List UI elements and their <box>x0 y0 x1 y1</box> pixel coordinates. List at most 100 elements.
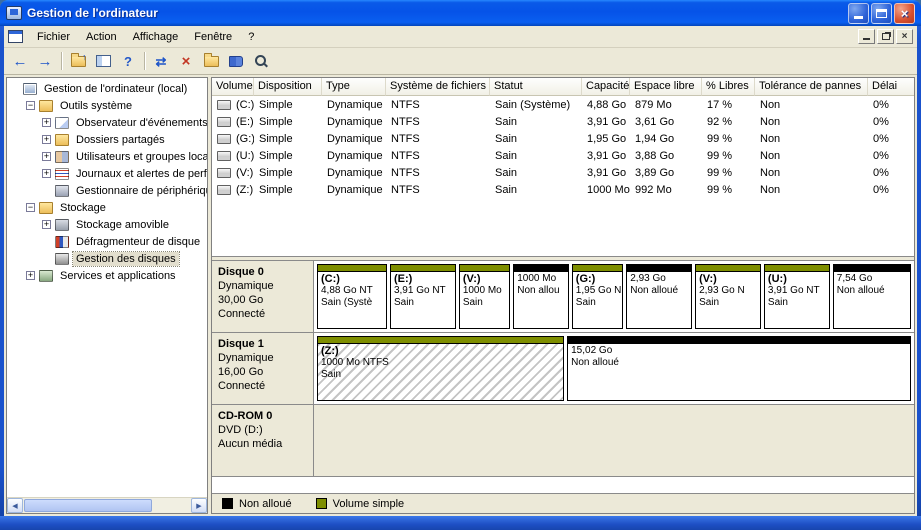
back-button[interactable]: ← <box>8 50 32 72</box>
partition-status: Non alloué <box>836 285 885 296</box>
cell-statut: Sain <box>490 150 582 162</box>
cell-capacite: 4,88 Go <box>582 99 630 111</box>
up-one-level-button[interactable] <box>66 50 90 72</box>
help-button[interactable]: ? <box>116 50 140 72</box>
tree-item-services-et-applications[interactable]: + Services et applications <box>7 267 207 284</box>
expander-plus-icon[interactable]: + <box>26 271 35 280</box>
disk-info-disque-0[interactable]: Disque 0 Dynamique 30,00 Go Connecté <box>212 261 314 332</box>
menu-action[interactable]: Action <box>78 28 125 46</box>
partition-text: (C:) 4,88 Go NT Sain (Systè <box>318 272 386 310</box>
tree-item-stockage[interactable]: − Stockage <box>7 199 207 216</box>
scrollbar-thumb[interactable] <box>24 499 152 512</box>
tree-item-gestion-de-l-ordinateur-local[interactable]: Gestion de l'ordinateur (local) <box>7 80 207 97</box>
column-header-systeme-de-fichiers[interactable]: Système de fichiers <box>386 78 490 96</box>
properties-icon <box>203 52 219 67</box>
disk-type: Dynamique <box>218 280 274 292</box>
expander-minus-icon[interactable]: − <box>26 203 35 212</box>
volume-row-c[interactable]: (C:) Simple Dynamique NTFS Sain (Système) 4,8… <box>212 96 914 113</box>
column-header-disposition[interactable]: Disposition <box>254 78 322 96</box>
forward-button[interactable]: → <box>33 50 57 72</box>
tree-item-dossiers-partages[interactable]: + Dossiers partagés <box>7 131 207 148</box>
delete-button[interactable]: × <box>174 50 198 72</box>
tree-item-utilisateurs-et-groupes-locau[interactable]: + Utilisateurs et groupes locau: <box>7 148 207 165</box>
tree-item-gestionnaire-de-peripherique[interactable]: Gestionnaire de périphérique <box>7 182 207 199</box>
partition-u[interactable]: (U:) 3,91 Go NT Sain <box>763 264 830 329</box>
volume-row-e[interactable]: (E:) Simple Dynamique NTFS Sain 3,91 Go 3,61 G… <box>212 113 914 130</box>
close-button[interactable]: × <box>894 2 915 24</box>
partition-v[interactable]: (V:) 1000 Mo Sain <box>458 264 511 329</box>
minimize-button[interactable] <box>848 2 869 24</box>
column-header-type[interactable]: Type <box>322 78 386 96</box>
menu-fenetre[interactable]: Fenêtre <box>186 28 240 46</box>
volume-row-g[interactable]: (G:) Simple Dynamique NTFS Sain 1,95 Go 1,94 G… <box>212 130 914 147</box>
partition-v[interactable]: (V:) 2,93 Go N Sain <box>695 264 761 329</box>
column-header-tolerance-de-pannes[interactable]: Tolérance de pannes <box>755 78 868 96</box>
partition-g[interactable]: (G:) 1,95 Go N Sain <box>571 264 624 329</box>
disk-info-disque-1[interactable]: Disque 1 Dynamique 16,00 Go Connecté <box>212 333 314 404</box>
cell-espace-libre: 1,94 Go <box>630 133 702 145</box>
partition-text: 1000 Mo Non allou <box>514 272 568 298</box>
menu-fichier[interactable]: Fichier <box>29 28 78 46</box>
cell-text: 99 % <box>707 166 733 179</box>
partition-unallocated[interactable]: 15,02 Go Non alloué <box>567 336 911 401</box>
column-header-statut[interactable]: Statut <box>490 78 582 96</box>
legend-swatch-simple <box>315 498 327 509</box>
cell-statut: Sain <box>490 167 582 179</box>
mdi-close-button[interactable]: × <box>896 29 913 44</box>
partition-text: (G:) 1,95 Go N Sain <box>573 272 622 310</box>
cell-text: (E:) <box>236 115 254 128</box>
partition-c[interactable]: (C:) 4,88 Go NT Sain (Systè <box>317 264 387 329</box>
expander-plus-icon[interactable]: + <box>42 220 51 229</box>
expander-plus-icon[interactable]: + <box>42 135 51 144</box>
expander-minus-icon[interactable]: − <box>26 101 35 110</box>
tree-item-journaux-et-alertes-de-perfo[interactable]: + Journaux et alertes de perfo <box>7 165 207 182</box>
properties-button[interactable] <box>199 50 223 72</box>
partition-z[interactable]: (Z:) 1000 Mo NTFS Sain <box>317 336 565 401</box>
zoom-button[interactable] <box>249 50 273 72</box>
menu-affichage[interactable]: Affichage <box>125 28 187 46</box>
cell-text: 1,95 Go <box>587 132 627 145</box>
refresh-button[interactable]: ⇄ <box>149 50 173 72</box>
mdi-restore-button[interactable] <box>877 29 894 44</box>
column-header-capacite[interactable]: Capacité <box>582 78 630 96</box>
column-header-delai[interactable]: Délai <box>868 78 914 96</box>
column-header-espace-libre[interactable]: Espace libre <box>630 78 702 96</box>
tree-item-stockage-amovible[interactable]: + Stockage amovible <box>7 216 207 233</box>
volume-row-u[interactable]: (U:) Simple Dynamique NTFS Sain 3,91 Go 3,88 G… <box>212 147 914 164</box>
tree-horizontal-scrollbar[interactable]: ◀ ▶ <box>7 497 207 513</box>
mdi-minimize-button[interactable] <box>858 29 875 44</box>
title-bar[interactable]: Gestion de l'ordinateur × <box>0 0 921 26</box>
scroll-right-button[interactable]: ▶ <box>191 498 207 513</box>
mdi-minimize-icon <box>863 38 870 40</box>
cell-statut: Sain (Système) <box>490 99 582 111</box>
show-hide-console-tree-button[interactable] <box>91 50 115 72</box>
disk-info-cd-rom-0[interactable]: CD-ROM 0 DVD (D:) Aucun média <box>212 405 314 476</box>
cell-libres: 17 % <box>702 99 755 111</box>
console-window-icon[interactable] <box>8 30 23 43</box>
partition-color-strip <box>696 265 760 272</box>
partition-unallocated[interactable]: 7,54 Go Non alloué <box>832 264 911 329</box>
tree-item-defragmenteur-de-disque[interactable]: Défragmenteur de disque <box>7 233 207 250</box>
tree-item-outils-systeme[interactable]: − Outils système <box>7 97 207 114</box>
expander-plus-icon[interactable]: + <box>42 118 51 127</box>
maximize-button[interactable] <box>871 2 892 24</box>
column-header-volume[interactable]: Volume <box>212 78 254 96</box>
volume-row-z[interactable]: (Z:) Simple Dynamique NTFS Sain 1000 Mo 992 Mo… <box>212 181 914 198</box>
partition-unallocated[interactable]: 2,93 Go Non alloué <box>626 264 693 329</box>
cell-espace-libre: 879 Mo <box>630 99 702 111</box>
help-topics-button[interactable] <box>224 50 248 72</box>
cell-tolerance-de-pannes: Non <box>755 116 868 128</box>
tree-item-observateur-d-evenements[interactable]: + Observateur d'événements <box>7 114 207 131</box>
cell-text: 1000 Mo <box>587 183 630 196</box>
volume-disk-icon <box>217 116 231 127</box>
menu-help[interactable]: ? <box>240 28 262 46</box>
expander-plus-icon[interactable]: + <box>42 169 51 178</box>
tree-item-gestion-des-disques[interactable]: Gestion des disques <box>7 250 207 267</box>
column-header-libres[interactable]: % Libres <box>702 78 755 96</box>
volume-row-v[interactable]: (V:) Simple Dynamique NTFS Sain 3,91 Go 3,89 G… <box>212 164 914 181</box>
partition-unallocated[interactable]: 1000 Mo Non allou <box>513 264 569 329</box>
partition-e[interactable]: (E:) 3,91 Go NT Sain <box>389 264 456 329</box>
tree-item-label: Gestionnaire de périphérique <box>76 184 208 197</box>
expander-plus-icon[interactable]: + <box>42 152 51 161</box>
scroll-left-button[interactable]: ◀ <box>7 498 23 513</box>
